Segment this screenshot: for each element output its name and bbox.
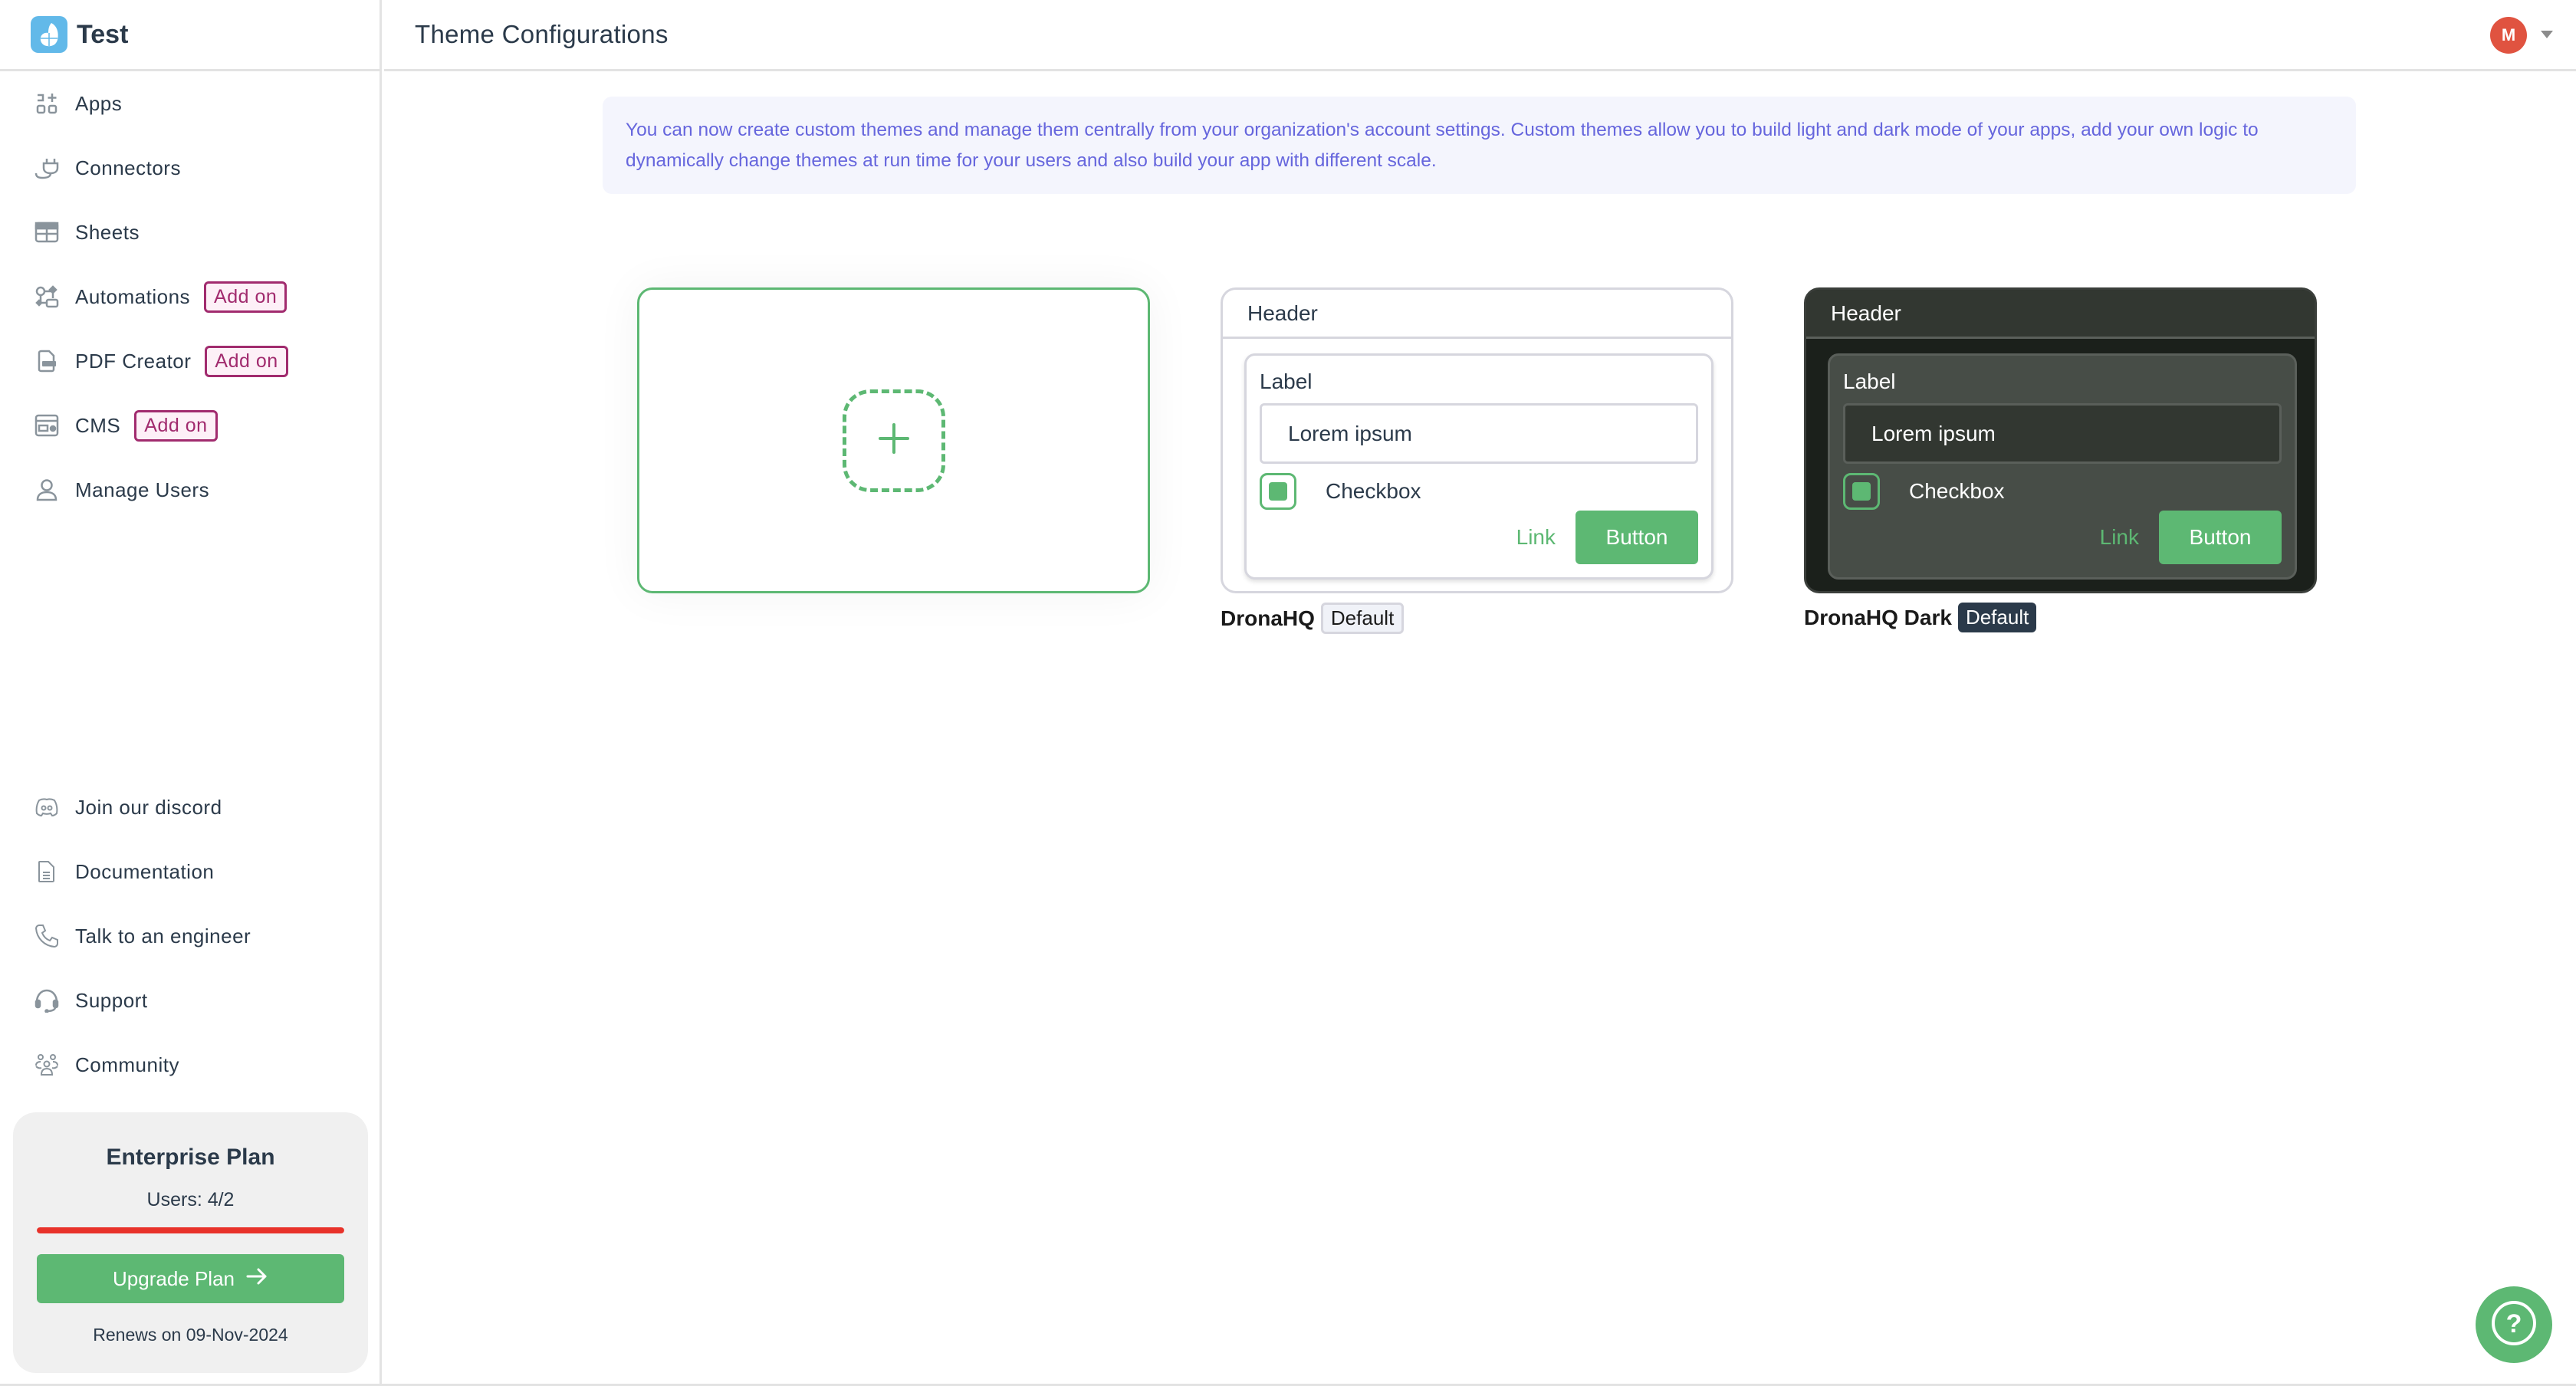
sidebar-item-community[interactable]: Community [34,1042,179,1088]
help-button[interactable]: ? [2476,1286,2552,1363]
apps-icon [34,90,60,117]
preview-link: Link [2099,525,2139,549]
addon-badge[interactable]: Add on [134,409,218,442]
theme-caption-dronahq-dark: DronaHQ Dark Default [1804,603,2037,632]
sidebar-item-apps[interactable]: Apps [34,80,122,126]
checkbox-checked-icon [1269,482,1287,501]
preview-header: Header [1806,290,2315,339]
sidebar-item-pdf-creator[interactable]: PDF Creator Add on [34,338,288,384]
preview-input: Lorem ipsum [1260,403,1698,464]
cms-icon [34,412,60,438]
theme-name: DronaHQ Dark [1804,605,1952,629]
sidebar-item-manage-users[interactable]: Manage Users [34,467,209,513]
sidebar-item-label: Talk to an engineer [75,924,251,948]
sidebar-item-sheets[interactable]: Sheets [34,209,140,255]
default-badge: Default [1957,603,2037,632]
plan-usage-bar-fill [37,1227,344,1233]
addon-badge[interactable]: Add on [204,281,288,313]
upgrade-plan-button[interactable]: Upgrade Plan [37,1254,344,1303]
preview-header: Header [1223,290,1731,339]
app-logo-icon [31,16,67,53]
create-theme-card[interactable] [637,287,1150,593]
sidebar-item-label: CMS [75,413,121,437]
plus-icon [877,422,911,459]
upgrade-plan-label: Upgrade Plan [113,1266,235,1290]
document-icon [34,859,60,885]
preview-button: Button [1576,511,1698,564]
add-theme-button[interactable] [842,389,945,492]
sidebar-item-label: Connectors [75,156,181,179]
user-icon [34,477,60,503]
sidebar-item-cms[interactable]: CMS Add on [34,402,218,448]
preview-checkbox [1843,473,1880,510]
table-icon [34,219,60,245]
plan-users-count: Users: 4/2 [146,1189,235,1210]
sidebar-item-label: Sheets [75,220,140,244]
plug-icon [34,155,60,181]
plan-title: Enterprise Plan [106,1145,275,1170]
avatar[interactable]: M [2490,17,2527,54]
chevron-down-icon[interactable] [2541,31,2553,38]
discord-icon [34,794,60,820]
sidebar-item-documentation[interactable]: Documentation [34,849,214,895]
preview-input: Lorem ipsum [1843,403,2282,464]
preview-checkbox-label: Checkbox [1326,479,1421,503]
preview-actions: Link Button [2100,511,2282,564]
sidebar-item-label: Community [75,1053,179,1076]
page-title: Theme Configurations [415,20,669,48]
default-badge: Default [1320,603,1405,634]
sidebar-item-talk-engineer[interactable]: Talk to an engineer [34,913,251,959]
info-banner: You can now create custom themes and man… [603,97,2356,194]
theme-name: DronaHQ [1221,606,1315,630]
preview-body: Label Lorem ipsum Checkbox Link Button [1244,353,1714,580]
help-icon: ? [2489,1299,2538,1352]
preview-label: Label [1260,369,1313,393]
top-bar: Theme Configurations M [384,0,2576,71]
theme-card-dronahq-dark[interactable]: Header Label Lorem ipsum Checkbox Link B… [1804,287,2317,593]
plan-usage-bar [37,1227,344,1233]
preview-checkbox-label: Checkbox [1909,479,2005,503]
svg-text:?: ? [2506,1309,2522,1338]
sidebar-item-label: Automations [75,284,191,308]
theme-card-dronahq[interactable]: Header Label Lorem ipsum Checkbox Link B… [1221,287,1733,593]
phone-icon [34,923,60,949]
preview-link: Link [1516,525,1556,549]
workflow-icon [34,284,60,310]
headset-icon [34,987,60,1013]
sidebar-item-label: Documentation [75,859,215,883]
preview-checkbox-row: Checkbox [1843,473,2282,510]
preview-actions: Link Button [1516,511,1698,564]
sidebar-item-support[interactable]: Support [34,977,148,1023]
sidebar-item-label: Join our discord [75,795,222,819]
sidebar-item-connectors[interactable]: Connectors [34,145,181,191]
app-name: Test [77,19,129,49]
preview-label: Label [1843,369,1896,393]
plan-renewal-date: Renews on 09-Nov-2024 [93,1325,288,1345]
community-icon [34,1052,60,1078]
preview-button: Button [2159,511,2282,564]
sidebar-item-discord[interactable]: Join our discord [34,784,222,830]
preview-body: Label Lorem ipsum Checkbox Link Button [1828,353,2297,580]
arrow-right-icon [245,1267,268,1291]
checkbox-checked-icon [1852,482,1871,501]
sidebar-item-label: Support [75,988,148,1012]
preview-checkbox [1260,473,1296,510]
sidebar: Test Apps Connectors Sheets Automations … [0,0,382,1386]
theme-caption-dronahq: DronaHQ Default [1221,603,1405,634]
sidebar-item-label: PDF Creator [75,349,192,373]
addon-badge[interactable]: Add on [205,345,288,377]
sidebar-item-automations[interactable]: Automations Add on [34,274,288,320]
brand[interactable]: Test [0,0,382,71]
sidebar-item-label: Apps [75,91,123,115]
pdf-icon [34,348,60,374]
sidebar-item-label: Manage Users [75,478,210,501]
preview-checkbox-row: Checkbox [1260,473,1698,510]
plan-card: Enterprise Plan Users: 4/2 Upgrade Plan … [13,1112,368,1373]
